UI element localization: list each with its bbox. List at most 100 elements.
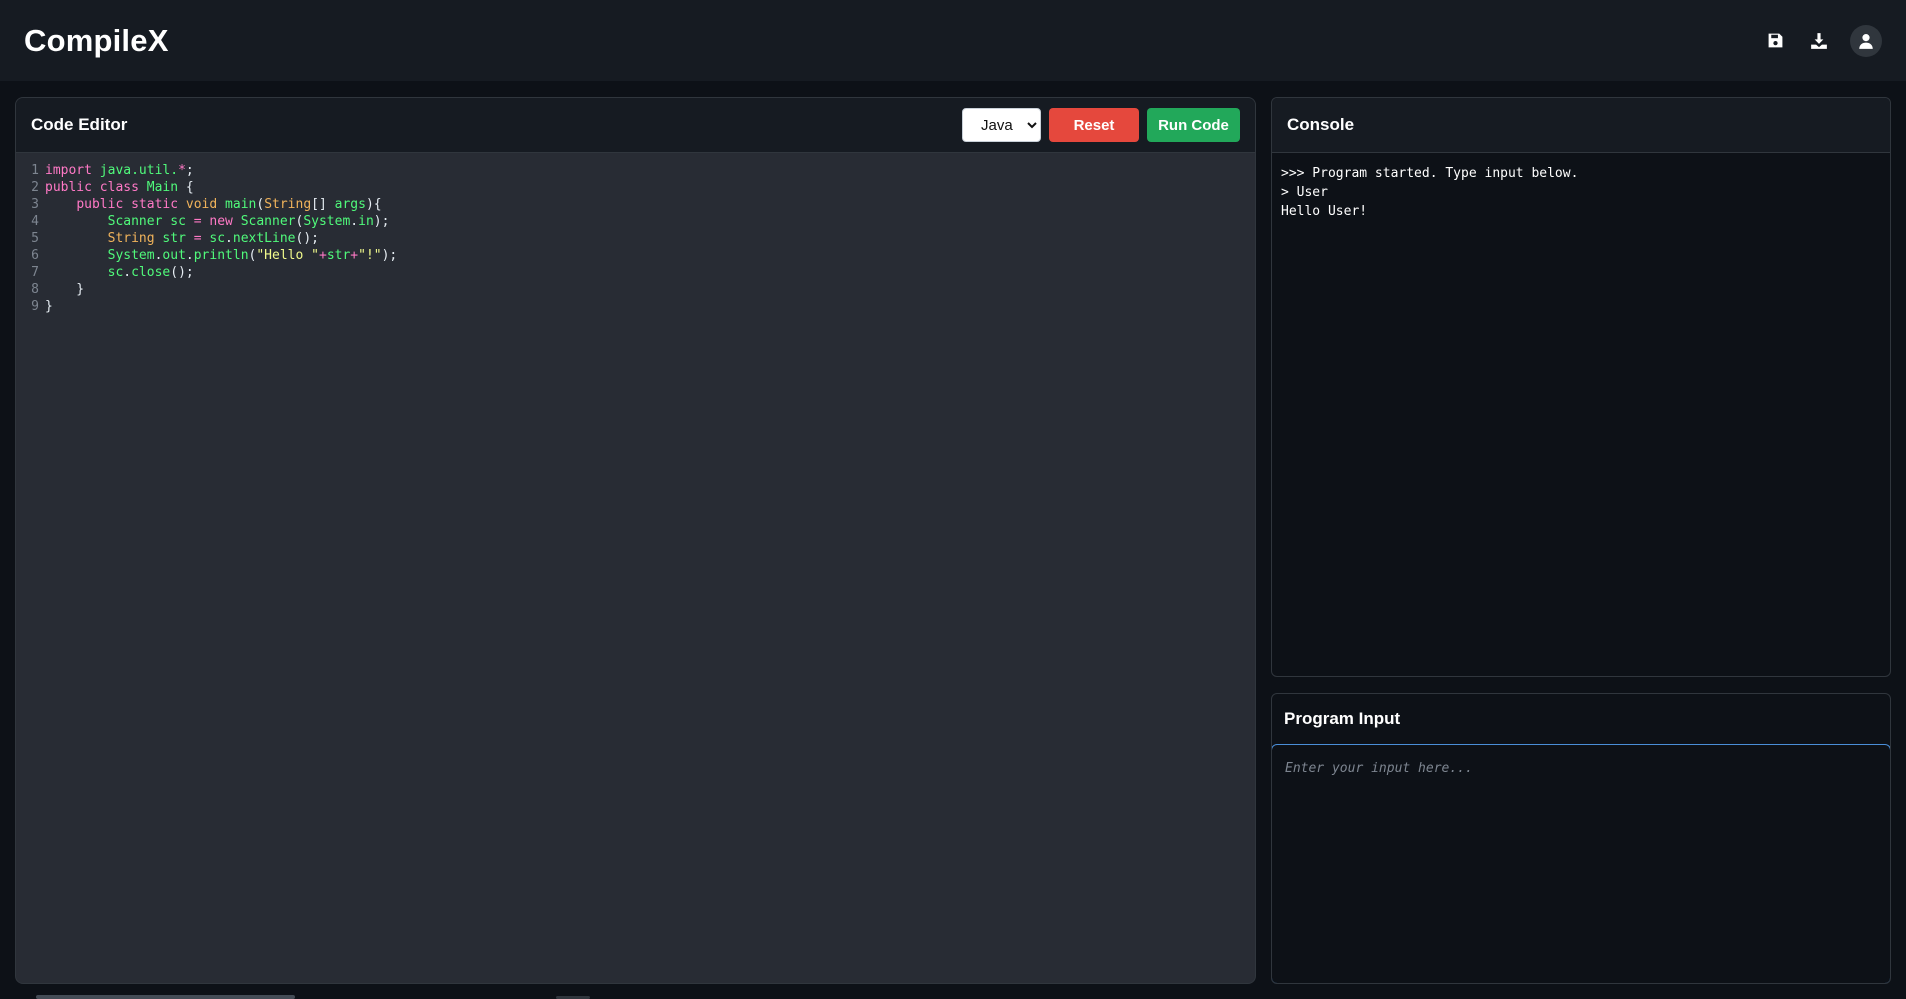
console-line: Hello User! bbox=[1281, 204, 1368, 219]
horizontal-scrollbar[interactable] bbox=[36, 995, 295, 999]
console-line: > User bbox=[1281, 185, 1328, 200]
code-token: (); bbox=[170, 265, 194, 280]
code-token: args bbox=[334, 197, 366, 212]
code-token: sc bbox=[107, 265, 124, 280]
line-number: 5 bbox=[31, 231, 39, 246]
code-token: java.util. bbox=[91, 163, 179, 178]
code-token: str bbox=[326, 248, 351, 263]
code-token: ( bbox=[256, 197, 265, 212]
run-code-button[interactable]: Run Code bbox=[1147, 108, 1240, 142]
code-line: 5 String str = sc.nextLine(); bbox=[16, 230, 1255, 247]
editor-controls: Java Reset Run Code bbox=[962, 108, 1240, 142]
code-token: . bbox=[123, 265, 132, 280]
code-text: public static void main(String[] args){ bbox=[45, 196, 382, 213]
line-number: 2 bbox=[31, 180, 39, 195]
code-token: System bbox=[107, 248, 155, 263]
code-token: public bbox=[76, 197, 124, 212]
program-input-field[interactable] bbox=[1272, 744, 1890, 983]
code-token: sc bbox=[209, 231, 226, 246]
code-token: { bbox=[178, 180, 194, 195]
code-line: 3 public static void main(String[] args)… bbox=[16, 196, 1255, 213]
code-text: Scanner sc = new Scanner(System.in); bbox=[45, 213, 390, 230]
code-token: Scanner bbox=[107, 214, 163, 229]
code-line: 1 import java.util.*; bbox=[16, 162, 1255, 179]
code-token: Scanner bbox=[240, 214, 296, 229]
code-token: . bbox=[225, 231, 233, 246]
code-token: + bbox=[318, 248, 327, 263]
code-token: in bbox=[358, 214, 374, 229]
line-number: 4 bbox=[31, 214, 39, 229]
code-token: } bbox=[45, 282, 85, 297]
code-editor-header: Code Editor Java Reset Run Code bbox=[16, 98, 1255, 153]
code-token: (); bbox=[295, 231, 319, 246]
console-output: >>> Program started. Type input below. > … bbox=[1272, 153, 1890, 232]
code-token: ){ bbox=[365, 197, 382, 212]
toolbar-actions bbox=[1762, 24, 1882, 57]
code-token: . bbox=[350, 214, 359, 229]
program-input-panel: Program Input bbox=[1271, 693, 1891, 984]
code-token: [] bbox=[311, 197, 335, 212]
save-icon[interactable] bbox=[1762, 28, 1788, 54]
code-token: public bbox=[45, 180, 92, 195]
code-token: Main bbox=[146, 180, 179, 195]
code-editor-panel: Code Editor Java Reset Run Code 1 import … bbox=[15, 97, 1256, 984]
code-token: nextLine bbox=[232, 231, 296, 246]
code-token: void bbox=[185, 197, 218, 212]
code-token: "!" bbox=[358, 248, 382, 263]
language-select[interactable]: Java bbox=[962, 108, 1041, 142]
code-token: main bbox=[225, 197, 257, 212]
line-number: 3 bbox=[31, 197, 39, 212]
console-panel: Console >>> Program started. Type input … bbox=[1271, 97, 1891, 677]
code-token: println bbox=[193, 248, 249, 263]
code-token: String bbox=[264, 197, 312, 212]
code-token: String bbox=[107, 231, 155, 246]
code-text: System.out.println("Hello "+str+"!"); bbox=[45, 247, 398, 264]
code-token: import bbox=[45, 163, 92, 178]
code-token: str bbox=[162, 231, 186, 246]
line-number: 6 bbox=[31, 248, 39, 263]
code-line: 8 } bbox=[16, 281, 1255, 298]
code-token: "Hello " bbox=[256, 248, 319, 263]
code-token: + bbox=[350, 248, 359, 263]
code-line: 4 Scanner sc = new Scanner(System.in); bbox=[16, 213, 1255, 230]
code-token: class bbox=[99, 180, 139, 195]
code-text: sc.close(); bbox=[45, 264, 194, 281]
code-token: . bbox=[185, 248, 194, 263]
code-text: String str = sc.nextLine(); bbox=[45, 230, 319, 247]
code-editor-textarea[interactable]: 1 import java.util.*; 2 public class Main {… bbox=[16, 153, 1255, 315]
code-text: import java.util.*; bbox=[45, 162, 194, 179]
code-token: sc bbox=[170, 214, 186, 229]
console-line: >>> Program started. Type input below. bbox=[1281, 166, 1579, 181]
code-line: 7 sc.close(); bbox=[16, 264, 1255, 281]
program-input-title: Program Input bbox=[1284, 709, 1401, 728]
code-token: * bbox=[178, 163, 186, 178]
code-text: public class Main { bbox=[45, 179, 194, 196]
code-token: = bbox=[193, 231, 202, 246]
code-line: 6 System.out.println("Hello "+str+"!"); bbox=[16, 247, 1255, 264]
code-line: 2 public class Main { bbox=[16, 179, 1255, 196]
reset-button[interactable]: Reset bbox=[1049, 108, 1139, 142]
code-token: ); bbox=[373, 214, 390, 229]
user-avatar-icon[interactable] bbox=[1850, 24, 1882, 57]
console-title: Console bbox=[1287, 115, 1355, 134]
code-text: } bbox=[45, 298, 53, 315]
code-editor-title: Code Editor bbox=[31, 115, 128, 134]
program-input-header: Program Input bbox=[1272, 694, 1890, 744]
code-token: close bbox=[131, 265, 171, 280]
top-navbar: CompileX bbox=[0, 0, 1906, 81]
line-number: 7 bbox=[31, 265, 39, 280]
code-token: static bbox=[131, 197, 179, 212]
download-icon[interactable] bbox=[1806, 28, 1832, 54]
